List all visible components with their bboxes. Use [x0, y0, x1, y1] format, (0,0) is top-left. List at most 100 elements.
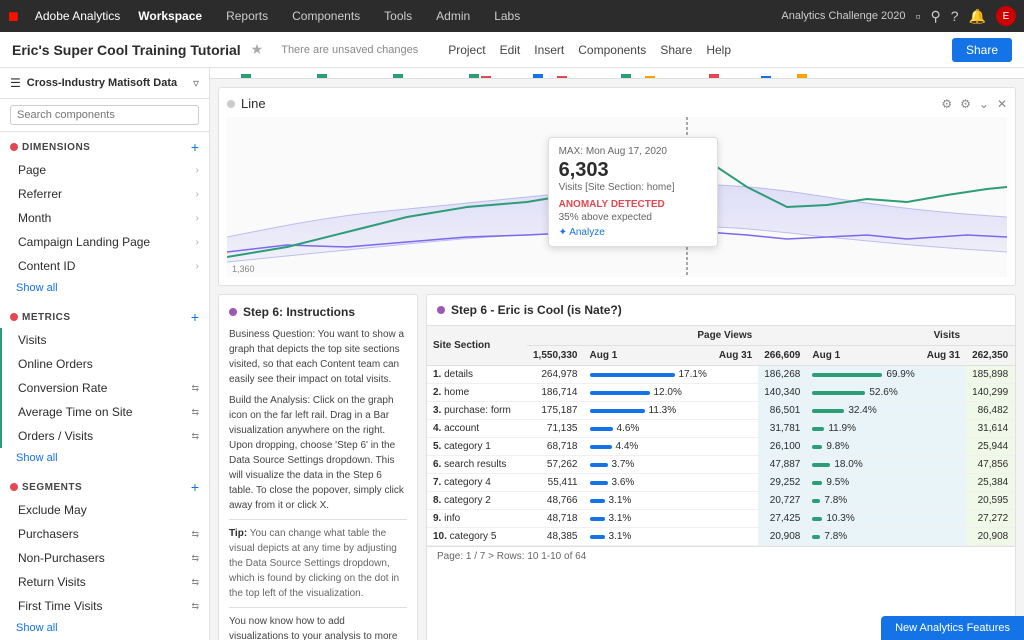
nav-admin[interactable]: Admin — [430, 9, 476, 23]
table-row[interactable]: 6. search results 57,262 3.7% 47,887 18.… — [427, 456, 1015, 474]
nav-reports[interactable]: Reports — [220, 9, 274, 23]
nav-components[interactable]: Components — [578, 43, 646, 57]
nav-workspace[interactable]: Workspace — [132, 9, 208, 23]
bar-c4-1 — [609, 78, 619, 79]
nav-tools[interactable]: Tools — [378, 9, 418, 23]
top-nav: ■ Adobe Analytics Workspace Reports Comp… — [0, 0, 1024, 32]
metric-online-orders[interactable]: Online Orders — [0, 352, 209, 376]
table-row[interactable]: 5. category 1 68,718 4.4% 26,100 9.8% 25… — [427, 438, 1015, 456]
segment-purchasers[interactable]: Purchasers⇆ — [0, 522, 209, 546]
cell-name: 4. account — [427, 420, 527, 438]
help-icon[interactable]: ? — [951, 8, 959, 24]
cell-name: 3. purchase: form — [427, 402, 527, 420]
table-row[interactable]: 3. purchase: form 175,187 11.3% 86,501 3… — [427, 402, 1015, 420]
search-input[interactable] — [10, 105, 199, 125]
chart-config-icon[interactable]: ⚙ — [960, 97, 971, 111]
cell-pv-aug — [713, 456, 758, 474]
instructions-dot — [229, 308, 237, 316]
cell-pv: 264,978 — [527, 366, 584, 384]
table-icon: ☰ — [10, 76, 21, 90]
metric-orders-visits[interactable]: Orders / Visits⇆ — [0, 424, 209, 448]
metrics-add-btn[interactable]: + — [191, 310, 199, 324]
dimension-month[interactable]: Month› — [0, 206, 209, 230]
filter-icon[interactable]: ▿ — [193, 76, 199, 90]
cell-uv: 25,944 — [966, 438, 1014, 456]
instructions-header: Step 6: Instructions — [229, 305, 407, 319]
dimension-referrer[interactable]: Referrer› — [0, 182, 209, 206]
table-row[interactable]: 10. category 5 48,385 3.1% 20,908 7.8% 2… — [427, 528, 1015, 546]
nav-labs[interactable]: Labs — [488, 9, 526, 23]
dimension-campaign[interactable]: Campaign Landing Page› — [0, 230, 209, 254]
dimension-contentid[interactable]: Content ID› — [0, 254, 209, 278]
table-row[interactable]: 1. details 264,978 17.1% 186,268 69.9% 1… — [427, 366, 1015, 384]
dimension-page[interactable]: Page› — [0, 158, 209, 182]
metric-visits[interactable]: Visits — [0, 328, 209, 352]
cell-v: 26,100 — [758, 438, 806, 456]
sub-nav: Project Edit Insert Components Share Hel… — [448, 43, 731, 57]
cell-pv-aug — [713, 384, 758, 402]
nav-share[interactable]: Share — [660, 43, 692, 57]
nav-help[interactable]: Help — [706, 43, 731, 57]
cell-v-aug — [921, 366, 966, 384]
share-button[interactable]: Share — [952, 38, 1012, 62]
cell-pv-aug — [713, 492, 758, 510]
chart-close-icon[interactable]: ✕ — [997, 97, 1007, 111]
cell-uv: 27,272 — [966, 510, 1014, 528]
segments-add-btn[interactable]: + — [191, 480, 199, 494]
cell-uv: 185,898 — [966, 366, 1014, 384]
chart-area: 1,360 MAX: Mon Aug 17, 2020 6,303 Visits… — [227, 117, 1007, 277]
dimensions-add-btn[interactable]: + — [191, 140, 199, 154]
cell-v: 186,268 — [758, 366, 806, 384]
cell-v-pct: 9.5% — [806, 474, 920, 492]
segment-non-purchasers[interactable]: Non-Purchasers⇆ — [0, 546, 209, 570]
grid-icon[interactable]: ▫ — [916, 8, 921, 24]
cell-uv-pct: 10.4% — [1014, 510, 1015, 528]
cell-v-pct: 10.3% — [806, 510, 920, 528]
search-bar — [0, 99, 209, 132]
table-row[interactable]: 2. home 186,714 12.0% 140,340 52.6% 140,… — [427, 384, 1015, 402]
segment-return-visits[interactable]: Return Visits⇆ — [0, 570, 209, 594]
new-features-banner[interactable]: New Analytics Features — [881, 616, 1024, 640]
segment-exclude-may[interactable]: Exclude May — [0, 498, 209, 522]
cell-uv-pct: 9.6% — [1014, 474, 1015, 492]
metric-conversion-rate[interactable]: Conversion Rate⇆ — [0, 376, 209, 400]
chart-expand-icon[interactable]: ⌄ — [979, 97, 989, 111]
chart-settings-icon[interactable]: ⚙ — [941, 97, 952, 111]
nav-components[interactable]: Components — [286, 9, 366, 23]
segment-first-time[interactable]: First Time Visits⇆ — [0, 594, 209, 618]
cell-v-aug — [921, 510, 966, 528]
table-row[interactable]: 8. category 2 48,766 3.1% 20,727 7.8% 20… — [427, 492, 1015, 510]
star-icon[interactable]: ★ — [251, 41, 264, 58]
metrics-show-all[interactable]: Show all — [0, 448, 209, 472]
cell-pv-aug — [713, 528, 758, 546]
instructions-tip: Tip: You can change what table the visua… — [229, 526, 407, 601]
user-avatar[interactable]: E — [996, 6, 1016, 26]
nav-insert[interactable]: Insert — [534, 43, 564, 57]
cell-v-pct: 9.8% — [806, 438, 920, 456]
col-v-total: 266,609 — [758, 346, 806, 366]
data-table: Site Section Page Views Visits Unique Vi… — [427, 326, 1015, 546]
search-icon[interactable]: ⚲ — [931, 8, 941, 25]
cell-pv-pct: 12.0% — [584, 384, 713, 402]
col-pv-aug1: Aug 1 — [584, 346, 713, 366]
tooltip-analyze-link[interactable]: ✦ Analyze — [559, 227, 707, 238]
table-row[interactable]: 7. category 4 55,411 3.6% 29,252 9.5% 25… — [427, 474, 1015, 492]
nav-edit[interactable]: Edit — [500, 43, 521, 57]
cell-v-aug — [921, 420, 966, 438]
table-row[interactable]: 9. info 48,718 3.1% 27,425 10.3% 27,272 … — [427, 510, 1015, 528]
bar-c2-3 — [709, 74, 719, 79]
cell-v-pct: 18.0% — [806, 456, 920, 474]
cell-pv-pct: 3.7% — [584, 456, 713, 474]
cell-v: 140,340 — [758, 384, 806, 402]
segments-show-all[interactable]: Show all — [0, 618, 209, 640]
col-pv-total: 1,550,330 — [527, 346, 584, 366]
cell-v-aug — [921, 474, 966, 492]
table-row[interactable]: 4. account 71,135 4.6% 31,781 11.9% 31,6… — [427, 420, 1015, 438]
bell-icon[interactable]: 🔔 — [969, 8, 986, 25]
nav-project[interactable]: Project — [448, 43, 485, 57]
sidebar-header: ☰ Cross-Industry Matisoft Data ▿ — [0, 68, 209, 99]
metric-avg-time[interactable]: Average Time on Site⇆ — [0, 400, 209, 424]
bottom-panels: Step 6: Instructions Business Question: … — [210, 294, 1024, 640]
cell-pv: 48,385 — [527, 528, 584, 546]
dimensions-show-all[interactable]: Show all — [0, 278, 209, 302]
